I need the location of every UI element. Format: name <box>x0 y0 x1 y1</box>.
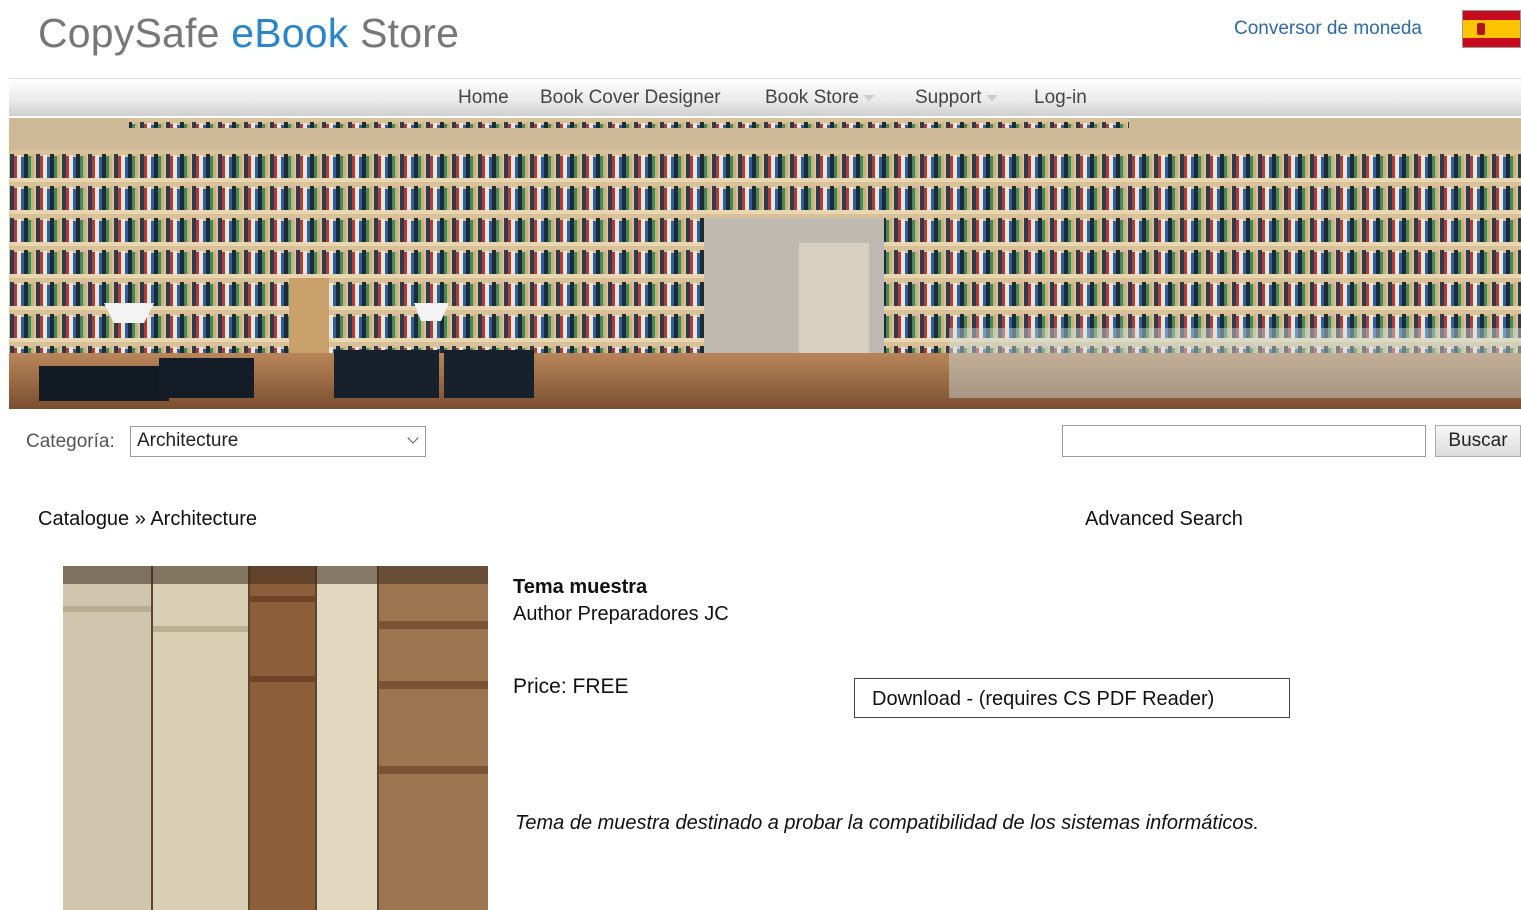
category-label: Categoría: <box>26 431 115 452</box>
chevron-down-icon <box>407 432 419 444</box>
book-title[interactable]: Tema muestra <box>513 576 647 599</box>
main-nav: Home Book Cover Designer Book Store Supp… <box>9 78 1521 116</box>
book-cover-image[interactable] <box>63 566 488 910</box>
logo-word-store: Store <box>360 10 460 56</box>
nav-book-store[interactable]: Book Store <box>765 87 875 109</box>
breadcrumb[interactable]: Catalogue » Architecture <box>38 508 257 531</box>
site-logo[interactable]: CopySafe eBook Store <box>38 10 459 57</box>
logo-word-copysafe: CopySafe <box>38 10 220 56</box>
spain-flag-icon[interactable] <box>1462 10 1521 48</box>
dropdown-caret-icon <box>985 94 998 101</box>
dropdown-caret-icon <box>863 94 875 101</box>
logo-word-ebook: eBook <box>231 10 349 56</box>
nav-home[interactable]: Home <box>458 87 509 109</box>
nav-book-cover-designer[interactable]: Book Cover Designer <box>540 87 721 109</box>
book-price: Price: FREE <box>513 675 629 698</box>
category-selected-value: Architecture <box>137 430 239 451</box>
library-banner-image <box>9 118 1521 409</box>
search-input[interactable] <box>1062 425 1426 457</box>
currency-converter-link[interactable]: Conversor de moneda <box>1234 18 1422 40</box>
advanced-search-link[interactable]: Advanced Search <box>1085 508 1243 531</box>
download-button[interactable]: Download - (requires CS PDF Reader) <box>854 678 1290 718</box>
book-description: Tema de muestra destinado a probar la co… <box>515 812 1260 834</box>
category-select[interactable]: Architecture <box>130 426 426 457</box>
nav-support[interactable]: Support <box>915 87 998 109</box>
search-button[interactable]: Buscar <box>1435 425 1521 457</box>
nav-login[interactable]: Log-in <box>1034 87 1087 109</box>
nav-support-label: Support <box>915 87 982 108</box>
book-author: Author Preparadores JC <box>513 603 729 625</box>
nav-book-store-label: Book Store <box>765 87 859 108</box>
